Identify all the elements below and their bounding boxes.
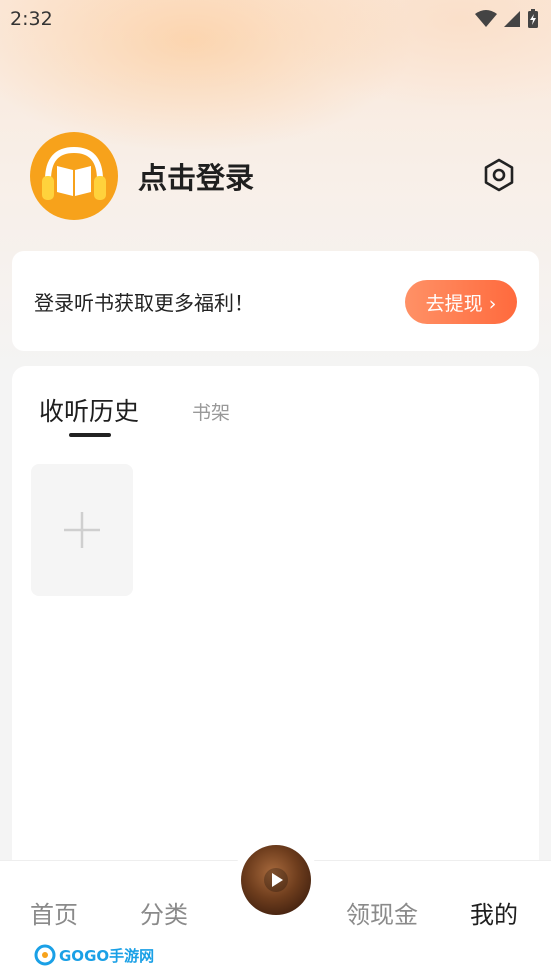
tab-bookshelf[interactable]: 书架 (192, 398, 230, 425)
promo-text: 登录听书获取更多福利！ (34, 291, 254, 315)
player-button[interactable] (233, 837, 319, 923)
plus-icon (64, 512, 100, 548)
gogo-logo-icon (34, 944, 56, 966)
status-time: 2:32 (10, 8, 53, 30)
active-tab-indicator (69, 433, 111, 437)
avatar[interactable] (30, 132, 118, 220)
library-card: 收听历史 书架 (12, 366, 539, 886)
settings-icon[interactable] (481, 157, 517, 193)
play-icon (264, 868, 288, 892)
withdraw-button[interactable]: 去提现 › (405, 280, 517, 324)
tab-listening-history[interactable]: 收听历史 (39, 392, 139, 428)
nav-earn-cash[interactable]: 领现金 (346, 895, 418, 930)
bottom-nav: 首页 分类 领现金 我的 GOGO手游网 (0, 837, 551, 979)
nav-category[interactable]: 分类 (140, 895, 188, 930)
add-book-button[interactable] (31, 464, 133, 596)
status-bar: 2:32 (0, 0, 551, 38)
signal-icon (504, 11, 520, 27)
wifi-icon (475, 10, 497, 27)
album-cover (241, 845, 311, 915)
watermark-text: GOGO手游网 (59, 946, 155, 965)
login-label[interactable]: 点击登录 (138, 155, 254, 197)
status-icons (475, 9, 539, 29)
battery-icon (528, 9, 538, 28)
promo-card: 登录听书获取更多福利！ 去提现 › (12, 251, 539, 351)
nav-home[interactable]: 首页 (30, 895, 78, 930)
watermark: GOGO手游网 (34, 944, 154, 966)
headphone-book-icon (42, 146, 106, 200)
profile-section[interactable]: 点击登录 (30, 132, 254, 220)
nav-mine[interactable]: 我的 (470, 895, 518, 930)
